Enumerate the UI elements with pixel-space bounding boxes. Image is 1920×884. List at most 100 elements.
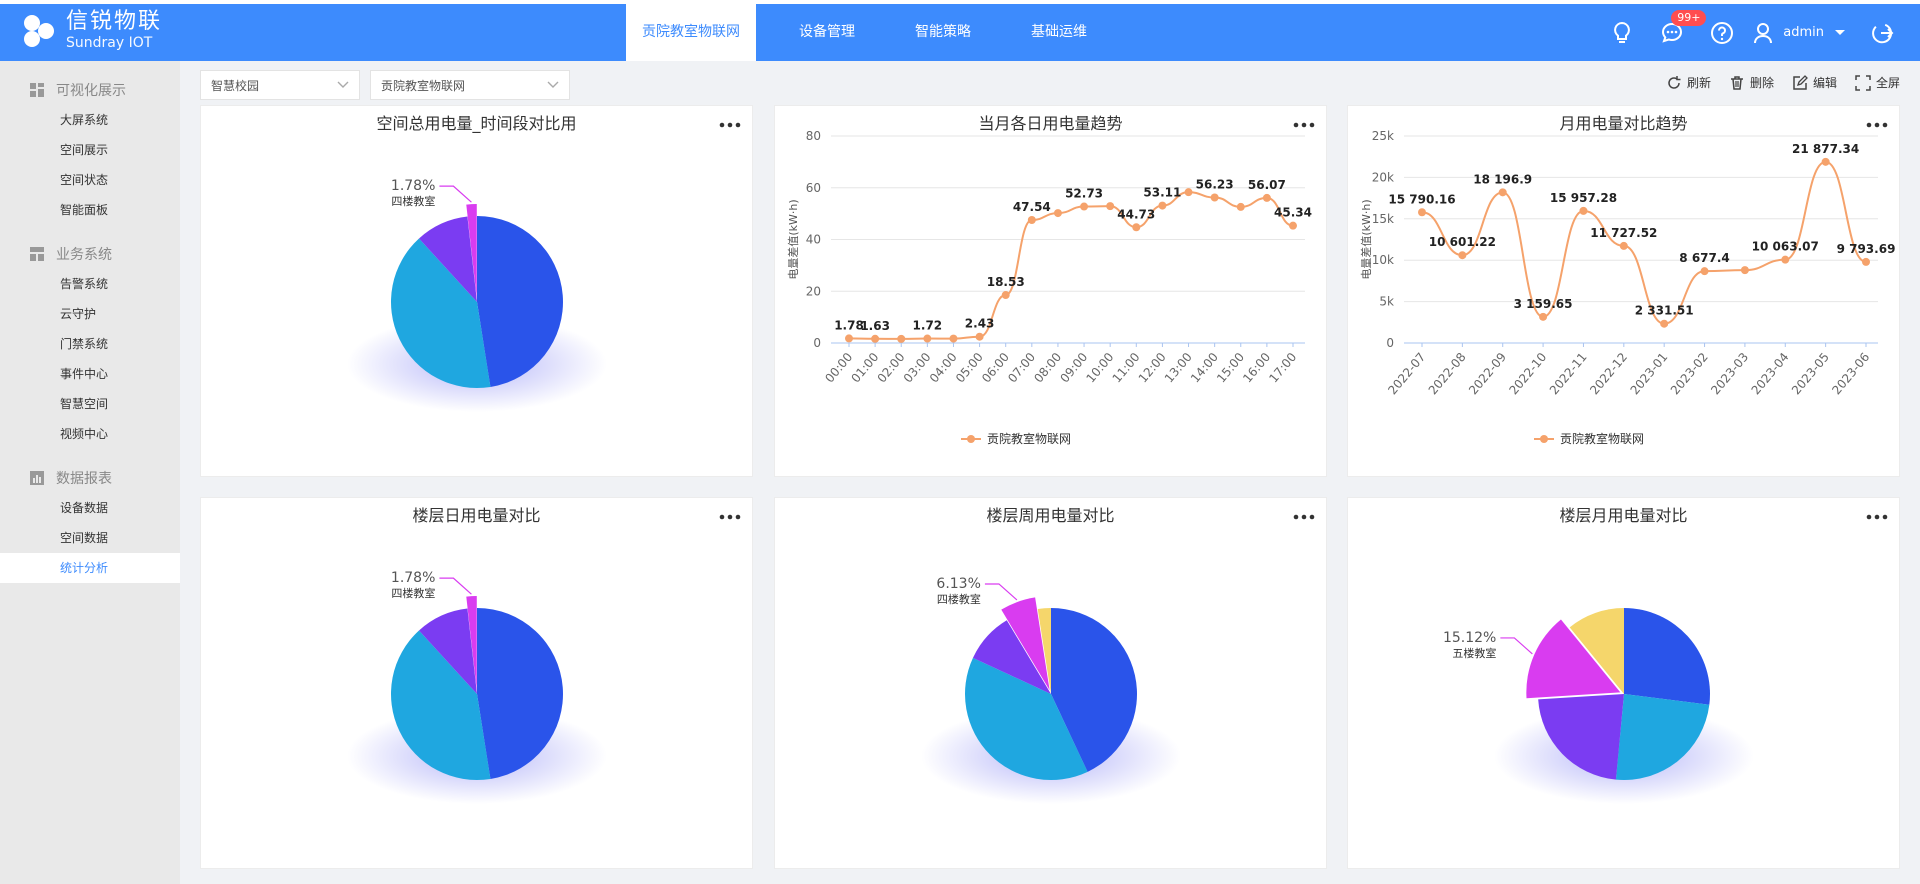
y-axis-label: 电量差值(kW·h) xyxy=(1359,199,1373,279)
refresh-icon xyxy=(1668,75,1681,89)
x-tick-label: 13:00 xyxy=(1162,350,1195,385)
sidebar-item-smart-panel[interactable]: 智能面板 xyxy=(0,195,180,225)
dashboard-actions: 刷新 删除 编辑 全屏 xyxy=(1666,74,1900,91)
sidebar-item-smart-space[interactable]: 智慧空间 xyxy=(0,389,180,419)
logo-icon xyxy=(24,15,54,47)
data-point xyxy=(1080,202,1089,211)
sidebar-group-label: 可视化展示 xyxy=(56,83,126,99)
logout-button[interactable] xyxy=(1858,4,1908,61)
sidebar-item-video-center[interactable]: 视频中心 xyxy=(0,419,180,449)
sidebar-group-business[interactable]: 业务系统 xyxy=(0,239,180,269)
sidebar-item-cloud-guard[interactable]: 云守护 xyxy=(0,299,180,329)
fullscreen-icon xyxy=(1855,74,1871,91)
data-point xyxy=(1458,251,1467,260)
help-button[interactable] xyxy=(1697,4,1747,61)
data-label: 45.34 xyxy=(1274,206,1312,220)
nav-tab-classroom-iot[interactable]: 贡院教室物联网 xyxy=(626,4,756,61)
sidebar-item-statistics[interactable]: 统计分析 xyxy=(0,553,180,583)
data-point xyxy=(1579,206,1588,215)
business-icon xyxy=(30,247,44,261)
data-point xyxy=(975,332,984,341)
x-tick-label: 2023-04 xyxy=(1749,350,1792,397)
refresh-button[interactable]: 刷新 xyxy=(1666,74,1711,91)
x-tick-label: 04:00 xyxy=(927,350,960,385)
y-tick-label: 15k xyxy=(1372,212,1394,226)
data-label: 8 677.4 xyxy=(1679,251,1729,265)
data-label: 47.54 xyxy=(1013,200,1051,214)
sidebar-item-big-screen[interactable]: 大屏系统 xyxy=(0,105,180,135)
data-point xyxy=(1158,201,1167,210)
data-point xyxy=(1210,193,1219,202)
x-tick-label: 03:00 xyxy=(901,350,934,385)
data-point xyxy=(949,334,958,343)
line-chart: 05k10k15k20k25k电量差值(kW·h)2022-072022-082… xyxy=(1359,129,1895,446)
sidebar-item-alarm[interactable]: 告警系统 xyxy=(0,269,180,299)
x-tick-label: 00:00 xyxy=(822,350,855,385)
sidebar-item-device-data[interactable]: 设备数据 xyxy=(0,493,180,523)
delete-button[interactable]: 删除 xyxy=(1729,74,1774,91)
data-point xyxy=(845,334,853,343)
x-tick-label: 2022-11 xyxy=(1547,350,1590,397)
fullscreen-label: 全屏 xyxy=(1875,76,1900,90)
data-label: 15 790.16 xyxy=(1388,192,1455,206)
data-point xyxy=(1027,215,1036,224)
nav-tab-smart-strategy[interactable]: 智能策略 xyxy=(898,4,988,61)
x-tick-label: 2022-08 xyxy=(1426,350,1469,397)
filter-bar: 智慧校园 贡院教室物联网 xyxy=(200,70,570,100)
chart-card-total-usage: 空间总用电量_时间段对比用 1.78% 四楼教室 xyxy=(200,105,753,477)
chart-card-floor-daily: 楼层日用电量对比 1.78% 四楼教室 xyxy=(200,497,753,869)
line-chart: 020406080电量差值(kW·h)00:0001:0002:0003:000… xyxy=(786,129,1312,446)
x-tick-label: 15:00 xyxy=(1214,350,1247,385)
legend-marker xyxy=(967,435,975,443)
pie-label-name: 四楼教室 xyxy=(391,586,435,600)
data-point xyxy=(1184,188,1193,197)
edit-button[interactable]: 编辑 xyxy=(1792,74,1837,91)
data-label: 1.72 xyxy=(913,319,943,333)
sidebar-group-label: 数据报表 xyxy=(56,471,112,487)
sidebar-item-space-data[interactable]: 空间数据 xyxy=(0,523,180,553)
x-tick-label: 2022-12 xyxy=(1587,350,1630,397)
brand-logo[interactable]: 信锐物联 Sundray IOT xyxy=(18,10,162,52)
sidebar-item-space-status[interactable]: 空间状态 xyxy=(0,165,180,195)
sidebar-group-reports[interactable]: 数据报表 xyxy=(0,463,180,493)
data-label: 21 877.34 xyxy=(1792,142,1859,156)
data-label: 10 063.07 xyxy=(1752,240,1819,254)
pie-chart: 6.13%四楼教室 xyxy=(921,576,1181,804)
sidebar-group-visualization[interactable]: 可视化展示 xyxy=(0,75,180,105)
sidebar-item-access-control[interactable]: 门禁系统 xyxy=(0,329,180,359)
project-select[interactable]: 贡院教室物联网 xyxy=(370,70,570,100)
data-point xyxy=(1289,221,1297,230)
campus-select[interactable]: 智慧校园 xyxy=(200,70,360,100)
chart-card-floor-weekly: 楼层周用电量对比 6.13% 四楼教室 xyxy=(774,497,1327,869)
y-tick-label: 20k xyxy=(1372,170,1394,184)
data-point xyxy=(1539,312,1548,321)
user-menu[interactable]: admin xyxy=(1747,4,1858,61)
data-point xyxy=(1700,267,1709,276)
x-tick-label: 2022-10 xyxy=(1506,350,1549,397)
data-label: 56.07 xyxy=(1248,178,1286,192)
data-label: 11 727.52 xyxy=(1590,226,1657,240)
sidebar-item-event-center[interactable]: 事件中心 xyxy=(0,359,180,389)
x-tick-label: 01:00 xyxy=(848,350,881,385)
legend-label: 贡院教室物联网 xyxy=(987,431,1071,446)
data-label: 3 159.65 xyxy=(1514,297,1573,311)
x-tick-label: 12:00 xyxy=(1136,350,1169,385)
y-tick-label: 0 xyxy=(1386,336,1394,350)
sidebar-item-space-display[interactable]: 空间展示 xyxy=(0,135,180,165)
data-point xyxy=(1132,223,1141,232)
x-tick-label: 07:00 xyxy=(1005,350,1038,385)
nav-tab-basic-ops[interactable]: 基础运维 xyxy=(1014,4,1104,61)
nav-tab-device-management[interactable]: 设备管理 xyxy=(782,4,872,61)
data-point xyxy=(1106,202,1115,211)
delete-label: 删除 xyxy=(1749,76,1774,90)
messages-button[interactable]: 99+ xyxy=(1647,4,1707,61)
data-label: 18 196.9 xyxy=(1473,172,1532,186)
x-tick-label: 09:00 xyxy=(1057,350,1090,385)
pie-label-percent: 1.78% xyxy=(391,178,435,194)
pie-label-line xyxy=(439,185,472,203)
refresh-label: 刷新 xyxy=(1686,76,1711,90)
x-tick-label: 2022-07 xyxy=(1385,350,1428,397)
lightbulb-button[interactable] xyxy=(1597,4,1647,61)
y-tick-label: 60 xyxy=(806,181,821,195)
fullscreen-button[interactable]: 全屏 xyxy=(1855,74,1900,91)
